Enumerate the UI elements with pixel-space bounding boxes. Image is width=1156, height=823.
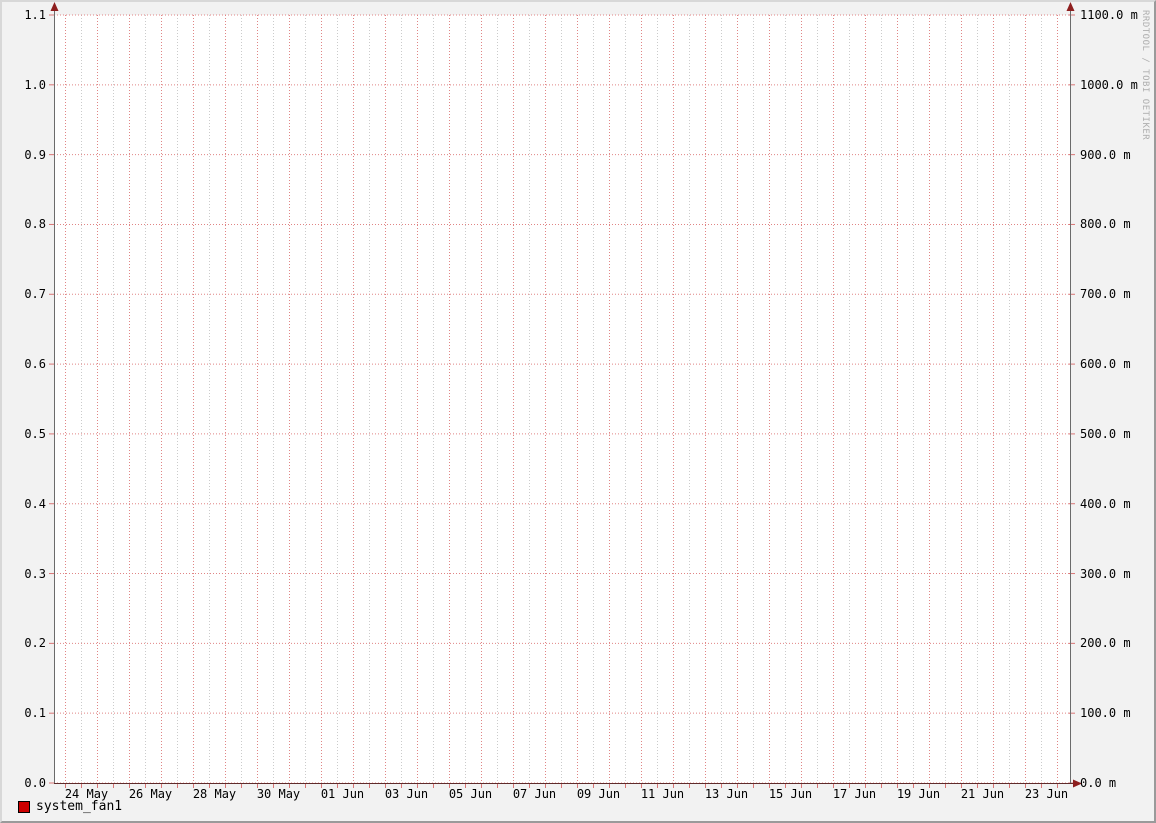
y-right-tick-label: 700.0 m [1080, 287, 1131, 302]
x-tick-label: 28 May [192, 787, 237, 801]
x-tick-label: 05 Jun [448, 787, 493, 801]
y-left-tick-label: 0.1 [24, 706, 46, 721]
y-right-tick-label: 900.0 m [1080, 147, 1131, 162]
plot-area [49, 2, 1082, 788]
y-left-tick-label: 0.2 [24, 636, 46, 651]
x-tick-label: 17 Jun [832, 787, 877, 801]
rrdtool-graph: 1.1 1.0 0.9 0.8 0.7 0.6 0.5 0.4 0.3 0.2 0.1 0.0 110… [0, 0, 1156, 823]
x-tick-label: 01 Jun [320, 787, 365, 801]
y-right-tick-label: 1100.0 m [1080, 8, 1138, 22]
x-tick-label: 03 Jun [384, 787, 429, 801]
y-left-tick-label: 0.4 [24, 496, 46, 511]
watermark-text: RRDTOOL / TOBI OETIKER [1140, 10, 1150, 141]
x-tick-label: 11 Jun [640, 787, 685, 801]
x-tick-label: 23 Jun [1024, 787, 1069, 801]
y-right-tick-label: 500.0 m [1080, 426, 1131, 441]
y-right-tick-label: 200.0 m [1080, 636, 1131, 651]
y-right-tick-label: 100.0 m [1080, 706, 1131, 721]
y-right-tick-label: 600.0 m [1080, 357, 1131, 372]
legend: system_fan1 [18, 799, 122, 814]
y-left-tick-label: 0.6 [24, 357, 46, 372]
y-right-tick-label: 300.0 m [1080, 566, 1131, 581]
y-left-tick-label: 0.8 [24, 217, 46, 232]
y-right-tick-label: 0.0 m [1080, 776, 1117, 790]
x-tick-label: 15 Jun [768, 787, 813, 801]
y-axis-left-arrow [50, 2, 59, 11]
y-right-tick-label: 1000.0 m [1080, 77, 1138, 92]
legend-color-swatch [18, 800, 30, 813]
x-tick-label: 30 May [256, 787, 301, 801]
x-tick-label: 19 Jun [896, 787, 941, 801]
y-left-tick-label: 0.7 [24, 287, 46, 302]
x-tick-label: 09 Jun [576, 787, 621, 801]
x-tick-label: 26 May [128, 787, 173, 801]
legend-series-label: system_fan1 [36, 799, 123, 814]
y-left-tick-label: 0.0 [24, 776, 46, 790]
x-tick-label: 21 Jun [960, 787, 1005, 801]
y-right-tick-label: 800.0 m [1080, 217, 1131, 232]
y-left-tick-label: 0.5 [24, 426, 46, 441]
x-tick-label: 07 Jun [512, 787, 557, 801]
y-left-tick-label: 1.0 [24, 77, 46, 92]
x-tick-label: 13 Jun [704, 787, 749, 801]
y-left-tick-label: 0.3 [24, 566, 46, 581]
y-left-tick-label: 1.1 [24, 8, 46, 22]
y-axis-right-arrow [1066, 2, 1075, 11]
y-right-tick-label: 400.0 m [1080, 496, 1131, 511]
y-left-tick-label: 0.9 [24, 147, 46, 162]
